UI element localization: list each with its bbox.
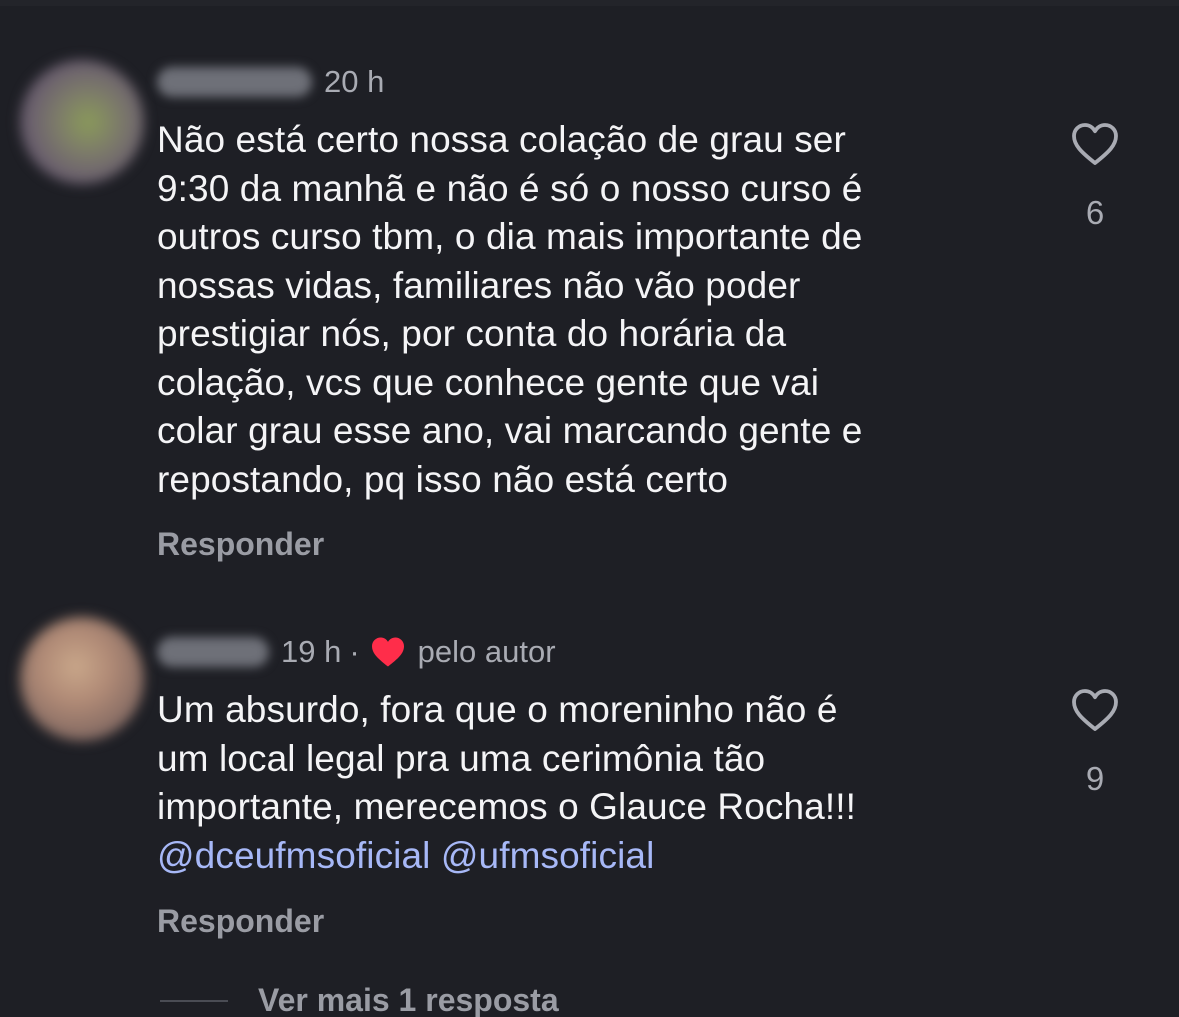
comment-time: 20 h (324, 64, 385, 99)
thread-line (160, 999, 228, 1002)
comment-line: Não está certo nossa colação de grau ser (157, 119, 846, 160)
comment-time: 19 h (281, 634, 342, 669)
comment-line: repostando, pq isso não está certo (157, 458, 729, 500)
like-count: 6 (1085, 194, 1105, 231)
mention-line: @dceufmsoficial @ufmsoficial (157, 832, 1017, 881)
heart-outline-icon[interactable] (1070, 122, 1120, 166)
comment-line: Um absurdo, fora que o moreninho não é (157, 689, 838, 730)
comment-line: 9:30 da manhã e não é só o nosso curso é (157, 167, 863, 209)
view-more-replies-label[interactable]: Ver mais 1 resposta (258, 982, 559, 1017)
reply-button[interactable]: Responder (157, 903, 324, 940)
comment-line: colar grau esse ano, vai marcando gente … (157, 410, 863, 451)
like-column: 6 (1063, 122, 1127, 232)
comment-line: prestigiar nós, por conta do horária da (157, 313, 787, 354)
view-more-replies[interactable]: Ver mais 1 resposta (160, 982, 559, 1017)
comment-meta: 19 h · pelo autor (157, 632, 556, 672)
heart-filled-icon (371, 637, 404, 667)
avatar[interactable] (20, 60, 144, 184)
reply-button[interactable]: Responder (157, 526, 324, 563)
liked-by-author-label: pelo autor (417, 634, 556, 669)
username-blurred[interactable] (157, 67, 312, 97)
comment-line: nossas vidas, familiares não vão poder (157, 264, 801, 306)
comment-line: um local legal pra uma cerimônia tão (157, 737, 766, 779)
heart-outline-icon[interactable] (1070, 688, 1120, 732)
comment-line: colação, vcs que conhece gente que vai (157, 361, 820, 403)
mention-link[interactable]: @dceufmsoficial (157, 835, 431, 876)
comment-text: Um absurdo, fora que o moreninho não é u… (157, 686, 1017, 880)
top-divider (0, 0, 1179, 6)
meta-separator: · (349, 634, 360, 669)
username-blurred[interactable] (157, 637, 269, 667)
avatar[interactable] (20, 617, 144, 741)
comment-line: importante, merecemos o Glauce Rocha!!! (157, 786, 856, 827)
like-column: 9 (1063, 688, 1127, 798)
like-count: 9 (1085, 760, 1105, 797)
comment-line: outros curso tbm, o dia mais importante … (157, 216, 863, 257)
comment-meta: 20 h (157, 62, 384, 102)
mention-link[interactable]: @ufmsoficial (441, 835, 655, 876)
comment-text: Não está certo nossa colação de grau ser… (157, 116, 1017, 504)
